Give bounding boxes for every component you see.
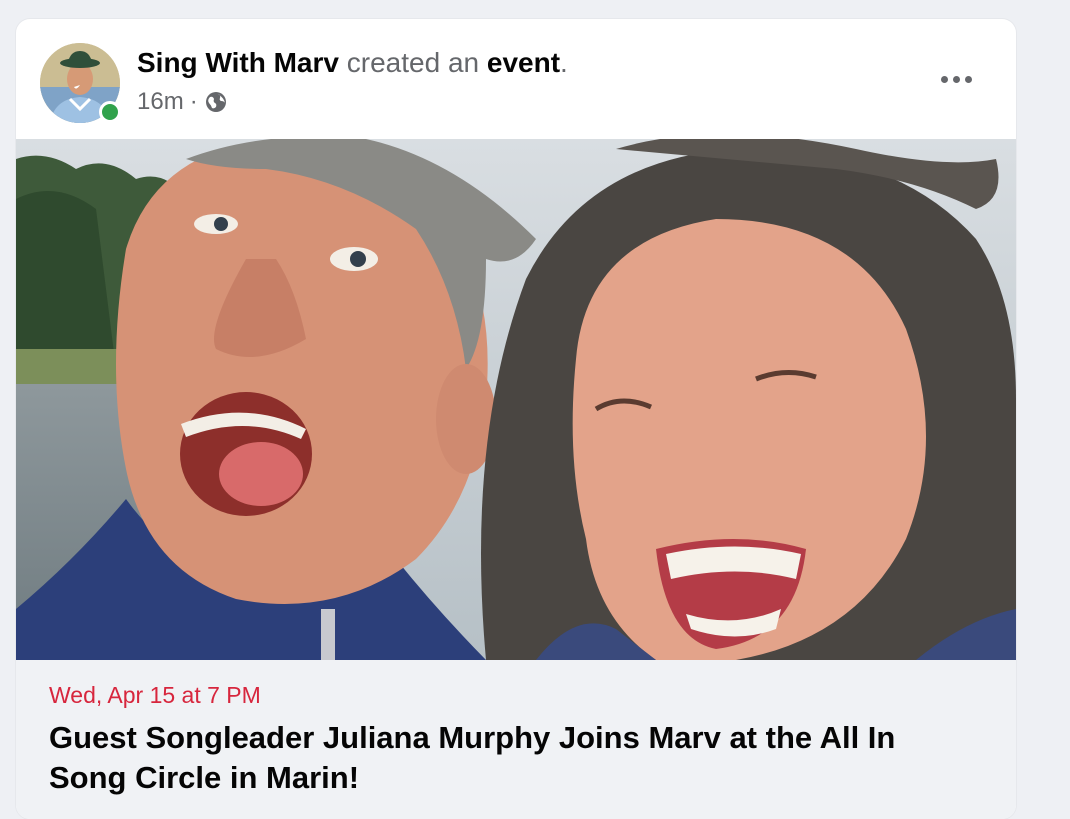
meta-separator: · (189, 88, 198, 115)
post-header: Sing With Marv created an event. 16m · (16, 19, 1016, 139)
author-name-link[interactable]: Sing With Marv (137, 47, 339, 78)
post-card: Sing With Marv created an event. 16m · W… (16, 19, 1016, 819)
more-options-dot (964, 75, 972, 83)
globe-icon[interactable] (204, 90, 228, 114)
more-options-dot (952, 75, 960, 83)
title-punctuation: . (560, 47, 568, 78)
post-meta: 16m · (137, 87, 228, 117)
more-options-button[interactable] (924, 59, 988, 99)
post-title: Sing With Marv created an event. (137, 45, 568, 81)
event-link[interactable]: event (487, 47, 560, 78)
more-options-icon (940, 75, 948, 83)
event-cover-photo[interactable] (16, 139, 1016, 660)
event-title[interactable]: Guest Songleader Juliana Murphy Joins Ma… (49, 718, 949, 798)
post-timestamp[interactable]: 16m (137, 87, 184, 117)
event-date: Wed, Apr 15 at 7 PM (49, 682, 261, 708)
event-info[interactable]: Wed, Apr 15 at 7 PM Guest Songleader Jul… (16, 660, 1016, 819)
online-status-dot (99, 101, 121, 123)
post-action-text: created an (346, 47, 480, 78)
